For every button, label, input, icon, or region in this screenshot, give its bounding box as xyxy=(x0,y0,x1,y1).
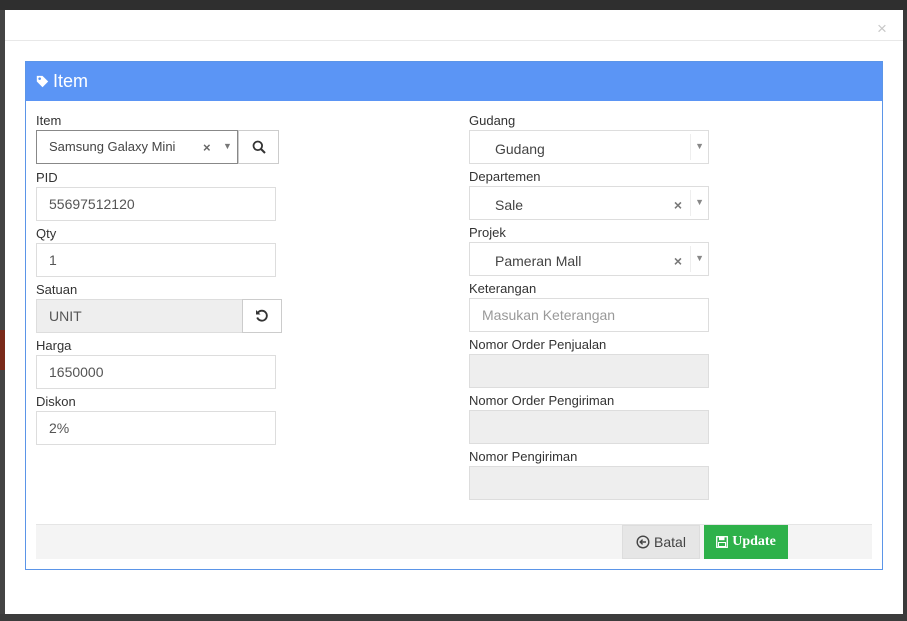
nomor-order-penjualan-input xyxy=(469,354,709,388)
pid-label: PID xyxy=(36,170,58,185)
projek-select[interactable]: Pameran Mall × ▼ xyxy=(469,242,709,276)
update-button[interactable]: Update xyxy=(704,525,788,559)
panel-heading: Item xyxy=(26,62,882,101)
update-label: Update xyxy=(732,534,776,549)
departemen-select-value: Sale xyxy=(495,197,524,213)
chevron-down-icon[interactable]: ▼ xyxy=(695,140,704,152)
harga-label: Harga xyxy=(36,338,72,353)
nomor-order-pengiriman-label: Nomor Order Pengiriman xyxy=(469,393,615,408)
arrow-left-circle-icon xyxy=(636,535,650,549)
form-footer: Batal Update xyxy=(36,524,872,559)
select-divider xyxy=(690,190,691,216)
projek-select-value: Pameran Mall xyxy=(495,253,582,269)
search-icon xyxy=(252,140,266,154)
refresh-icon xyxy=(256,309,268,322)
qty-input[interactable]: 1 xyxy=(36,243,276,277)
select-divider xyxy=(690,134,691,160)
item-modal: × Item Item Samsung Galaxy Mini × ▼ PID … xyxy=(5,10,903,614)
departemen-clear-icon[interactable]: × xyxy=(674,196,682,214)
item-label: Item xyxy=(36,113,62,128)
batal-label: Batal xyxy=(654,534,686,550)
nomor-pengiriman-label: Nomor Pengiriman xyxy=(469,449,578,464)
harga-input[interactable]: 1650000 xyxy=(36,355,276,389)
keterangan-label: Keterangan xyxy=(469,281,537,296)
chevron-down-icon[interactable]: ▼ xyxy=(695,252,704,264)
diskon-label: Diskon xyxy=(36,394,76,409)
item-select[interactable]: Samsung Galaxy Mini × ▼ xyxy=(36,130,238,164)
chevron-down-icon[interactable]: ▼ xyxy=(695,196,704,208)
projek-clear-icon[interactable]: × xyxy=(674,252,682,270)
background-right xyxy=(903,10,907,621)
tag-icon xyxy=(36,75,49,88)
background-bottom xyxy=(0,614,907,621)
satuan-label: Satuan xyxy=(36,282,78,297)
diskon-input[interactable]: 2% xyxy=(36,411,276,445)
gudang-label: Gudang xyxy=(469,113,516,128)
panel-title: Item xyxy=(53,71,89,91)
satuan-input: UNIT xyxy=(36,299,243,333)
gudang-select[interactable]: Gudang ▼ xyxy=(469,130,709,164)
projek-label: Projek xyxy=(469,225,506,240)
select-divider xyxy=(690,246,691,272)
gudang-select-value: Gudang xyxy=(495,141,545,157)
nomor-order-penjualan-label: Nomor Order Penjualan xyxy=(469,337,607,352)
search-button[interactable] xyxy=(238,130,279,164)
departemen-label: Departemen xyxy=(469,169,541,184)
item-clear-icon[interactable]: × xyxy=(203,141,211,155)
modal-header: × xyxy=(5,10,903,41)
pid-input[interactable]: 55697512120 xyxy=(36,187,276,221)
background-topbar xyxy=(0,0,907,10)
batal-button[interactable]: Batal xyxy=(622,525,700,559)
item-select-value: Samsung Galaxy Mini xyxy=(49,139,176,154)
nomor-pengiriman-input xyxy=(469,466,709,500)
refresh-button[interactable] xyxy=(242,299,282,333)
close-icon[interactable]: × xyxy=(877,20,887,37)
qty-label: Qty xyxy=(36,226,57,241)
chevron-down-icon[interactable]: ▼ xyxy=(223,140,232,152)
save-icon xyxy=(716,536,729,548)
departemen-select[interactable]: Sale × ▼ xyxy=(469,186,709,220)
keterangan-input[interactable]: Masukan Keterangan xyxy=(469,298,709,332)
nomor-order-pengiriman-input xyxy=(469,410,709,444)
